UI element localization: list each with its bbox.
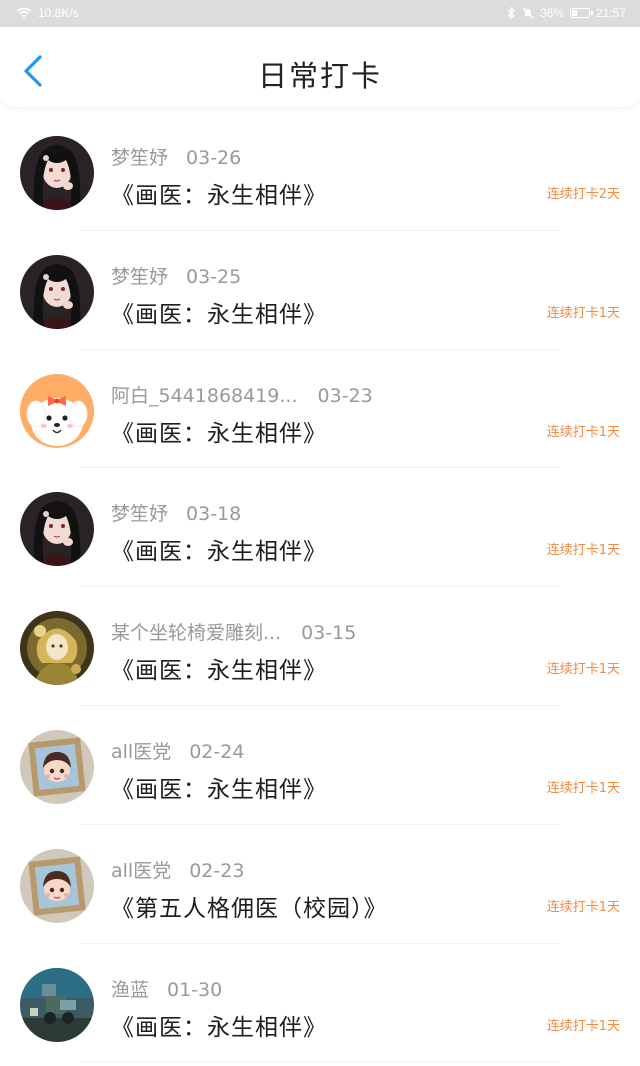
- book-title[interactable]: 《画医：永生相伴》: [111, 295, 327, 329]
- checkin-date: 03-18: [186, 503, 242, 526]
- avatar[interactable]: [20, 492, 94, 567]
- book-title[interactable]: 《画医：永生相伴》: [111, 176, 327, 210]
- checkin-item[interactable]: all医党 02-23 《第五人格佣医（校园）》 连续打卡1天: [0, 825, 640, 944]
- checkin-date: 03-25: [186, 265, 242, 288]
- checkin-meta: all医党 02-24: [111, 737, 244, 764]
- streak-badge: 连续打卡1天: [546, 1018, 620, 1034]
- mute-bell-icon: [522, 7, 534, 19]
- avatar[interactable]: [20, 729, 94, 804]
- battery-percent: 36%: [539, 6, 564, 20]
- checkin-meta: 梦笙妤 03-18: [111, 499, 241, 526]
- page-title: 日常打卡: [257, 59, 382, 93]
- checkin-date: 03-26: [186, 147, 242, 169]
- network-speed: 10.8K/s: [38, 6, 79, 20]
- username[interactable]: all医党: [111, 741, 171, 763]
- checkin-meta: 梦笙妤 03-25: [111, 262, 241, 289]
- checkin-item[interactable]: 阿白_5441868419... 03-23 《画医：永生相伴》 连续打卡1天: [0, 350, 640, 469]
- username[interactable]: 阿白_5441868419...: [111, 385, 298, 407]
- avatar[interactable]: [20, 136, 94, 210]
- username[interactable]: 梦笙妤: [111, 266, 168, 288]
- checkin-item[interactable]: 梦笙妤 03-25 《画医：永生相伴》 连续打卡1天: [0, 231, 640, 350]
- checkin-date: 03-15: [301, 622, 357, 645]
- streak-badge: 连续打卡1天: [546, 662, 620, 678]
- book-title[interactable]: 《画医：永生相伴》: [111, 651, 327, 685]
- wifi-icon: [16, 7, 32, 19]
- avatar[interactable]: [20, 848, 94, 923]
- checkin-meta: 渔蓝 01-30: [111, 975, 222, 1002]
- header: 日常打卡: [0, 27, 640, 107]
- bluetooth-icon: [507, 6, 516, 20]
- book-title[interactable]: 《画医：永生相伴》: [111, 532, 327, 566]
- book-title[interactable]: 《画医：永生相伴》: [111, 414, 327, 448]
- streak-badge: 连续打卡1天: [546, 543, 620, 559]
- username[interactable]: 某个坐轮椅爱雕刻...: [111, 622, 281, 644]
- checkin-date: 01-30: [167, 978, 223, 1001]
- divider: [80, 1061, 560, 1063]
- username[interactable]: 梦笙妤: [111, 503, 168, 525]
- checkin-meta: all医党 02-23: [111, 856, 244, 883]
- streak-badge: 连续打卡1天: [546, 899, 620, 915]
- streak-badge: 连续打卡1天: [546, 780, 620, 796]
- checkin-item[interactable]: 渔蓝 01-30 《画医：永生相伴》 连续打卡1天: [0, 944, 640, 1063]
- checkin-meta: 阿白_5441868419... 03-23: [111, 381, 373, 408]
- checkin-item[interactable]: 梦笙妤 03-26 《画医：永生相伴》 连续打卡2天: [0, 112, 640, 231]
- streak-badge: 连续打卡1天: [546, 424, 620, 440]
- checkin-item[interactable]: 某个坐轮椅爱雕刻... 03-15 《画医：永生相伴》 连续打卡1天: [0, 587, 640, 706]
- checkin-meta: 梦笙妤 03-26: [111, 143, 241, 170]
- checkin-meta: 某个坐轮椅爱雕刻... 03-15: [111, 618, 356, 645]
- username[interactable]: all医党: [111, 860, 171, 882]
- checkin-list: 梦笙妤 03-26 《画医：永生相伴》 连续打卡2天 梦笙妤 03-25 《画医：永生相伴》…: [0, 112, 640, 1063]
- streak-badge: 连续打卡2天: [546, 187, 620, 202]
- checkin-date: 02-24: [189, 740, 245, 763]
- username[interactable]: 梦笙妤: [111, 147, 168, 169]
- username[interactable]: 渔蓝: [111, 979, 149, 1001]
- checkin-date: 03-23: [317, 384, 373, 407]
- checkin-item[interactable]: 梦笙妤 03-18 《画医：永生相伴》 连续打卡1天: [0, 468, 640, 588]
- avatar[interactable]: [20, 373, 94, 448]
- avatar[interactable]: [20, 611, 94, 686]
- battery-level: [571, 10, 578, 16]
- status-bar: 10.8K/s 36% 21:57: [0, 0, 640, 27]
- streak-badge: 连续打卡1天: [546, 305, 620, 321]
- avatar[interactable]: [20, 967, 94, 1042]
- battery-icon: [569, 8, 593, 18]
- book-title[interactable]: 《画医：永生相伴》: [111, 770, 327, 804]
- book-title[interactable]: 《画医：永生相伴》: [111, 1008, 327, 1042]
- checkin-date: 02-23: [189, 859, 245, 882]
- checkin-item[interactable]: all医党 02-24 《画医：永生相伴》 连续打卡1天: [0, 706, 640, 825]
- clock: 21:57: [595, 6, 626, 20]
- book-title[interactable]: 《第五人格佣医（校园）》: [111, 889, 388, 923]
- avatar[interactable]: [20, 254, 94, 329]
